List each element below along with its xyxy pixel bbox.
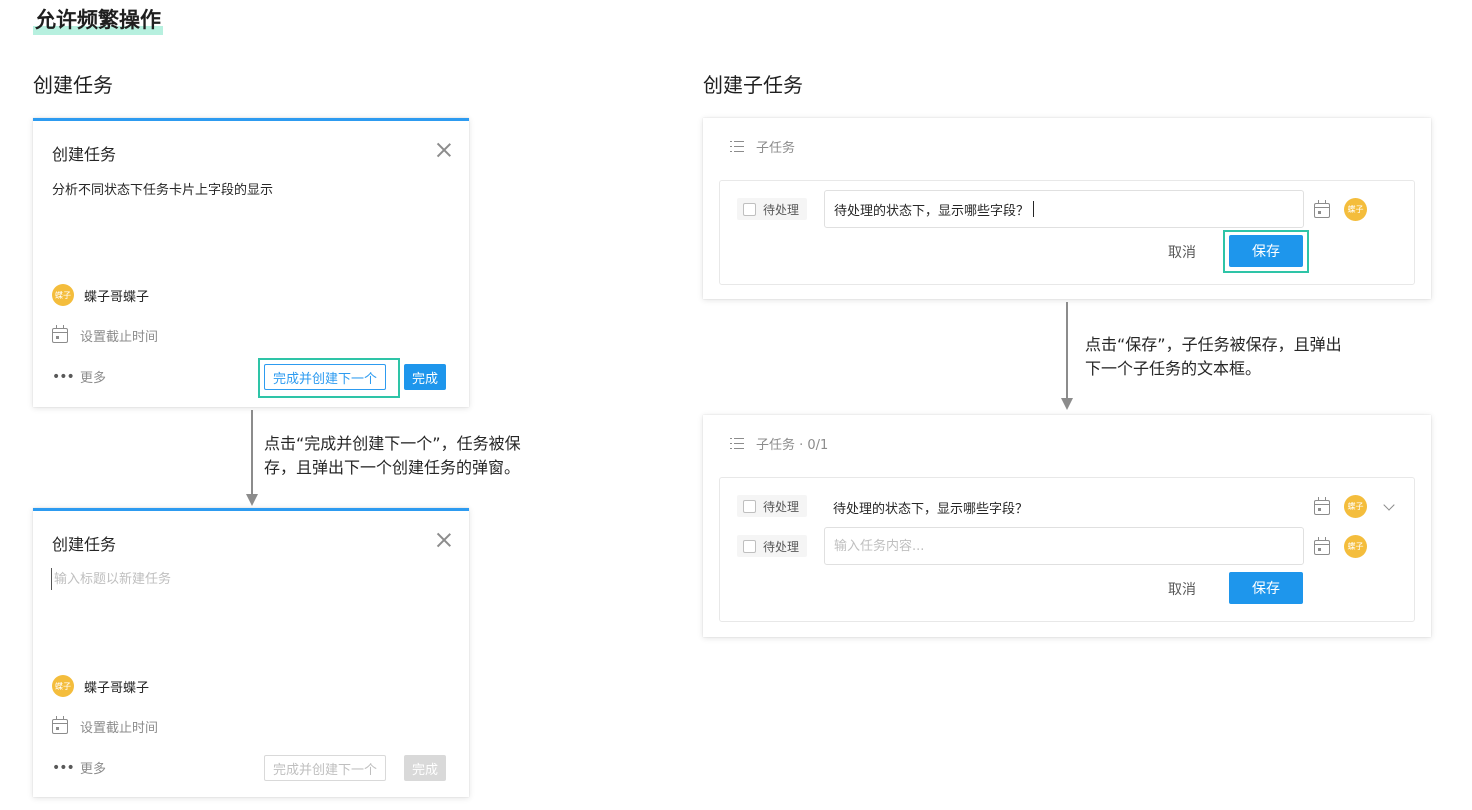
flow-arrow xyxy=(1061,302,1073,410)
assignee-name: 蝶子哥蝶子 xyxy=(84,680,150,696)
subtask-text[interactable]: 待处理的状态下，显示哪些字段？ xyxy=(833,498,1028,517)
due-date-row[interactable]: 设置截止时间 xyxy=(52,716,159,736)
dialog-title: 创建任务 xyxy=(52,145,117,164)
dialog-title: 创建任务 xyxy=(52,535,117,554)
page-title: 允许频繁操作 xyxy=(33,4,163,36)
status-tag[interactable]: 待处理 xyxy=(737,198,808,220)
avatar: 蝶子 xyxy=(52,675,74,697)
list-icon xyxy=(730,437,744,450)
calendar-icon[interactable] xyxy=(1314,497,1330,515)
highlight-frame xyxy=(258,358,400,398)
section-title-create-subtask: 创建子任务 xyxy=(703,73,803,97)
list-icon xyxy=(730,140,744,153)
text-cursor xyxy=(1033,201,1035,217)
annotation-create-next: 点击“完成并创建下一个”，任务被保 存，且弹出下一个创建任务的弹窗。 xyxy=(264,434,521,477)
annotation-save-subtask: 点击“保存”，子任务被保存，且弹出 下一个子任务的文本框。 xyxy=(1085,335,1342,378)
checkbox[interactable] xyxy=(743,202,756,216)
calendar-icon[interactable] xyxy=(1314,200,1330,218)
subtask-header-label: 子任务 · 0/1 xyxy=(756,438,829,453)
subtask-panel-saved: 子任务 · 0/1 待处理 待处理的状态下，显示哪些字段？ 蝶子 待处理 蝶子 … xyxy=(703,415,1431,637)
close-icon[interactable] xyxy=(435,531,453,549)
subtask-panel-editing: 子任务 待处理 待处理的状态下，显示哪些字段？ 蝶子 取消 保存 xyxy=(703,118,1431,299)
create-task-dialog-filled: 创建任务 分析不同状态下任务卡片上字段的显示 蝶子 蝶子哥蝶子 设置截止时间 •… xyxy=(33,118,469,407)
status-tag[interactable]: 待处理 xyxy=(737,495,808,517)
cancel-button[interactable]: 取消 xyxy=(1168,242,1196,262)
avatar[interactable]: 蝶子 xyxy=(1344,198,1367,221)
more-dots-icon: ••• xyxy=(52,368,75,385)
more-row[interactable]: ••• 更多 xyxy=(52,758,107,778)
calendar-icon xyxy=(52,716,68,734)
complete-button[interactable]: 完成 xyxy=(404,755,447,781)
avatar: 蝶子 xyxy=(52,284,74,306)
close-icon[interactable] xyxy=(435,141,453,159)
assignee-row[interactable]: 蝶子 蝶子哥蝶子 xyxy=(52,675,149,697)
calendar-icon[interactable] xyxy=(1314,537,1330,555)
cancel-button[interactable]: 取消 xyxy=(1168,579,1196,599)
more-label: 更多 xyxy=(80,762,107,777)
more-label: 更多 xyxy=(80,371,107,386)
checkbox[interactable] xyxy=(743,539,756,553)
subtask-editor: 待处理 待处理的状态下，显示哪些字段？ 蝶子 取消 保存 xyxy=(719,180,1415,285)
due-date-row[interactable]: 设置截止时间 xyxy=(52,325,159,345)
avatar[interactable]: 蝶子 xyxy=(1344,495,1367,518)
due-date-label: 设置截止时间 xyxy=(80,721,159,736)
assignee-name: 蝶子哥蝶子 xyxy=(84,289,150,305)
more-dots-icon: ••• xyxy=(52,759,75,776)
chevron-down-icon[interactable] xyxy=(1383,499,1395,511)
create-task-dialog-empty: 创建任务 蝶子 蝶子哥蝶子 设置截止时间 ••• 更多 完成并创建下一个 完成 xyxy=(33,508,469,797)
complete-button[interactable]: 完成 xyxy=(404,364,447,390)
highlight-frame xyxy=(1223,230,1309,273)
subtask-header-label: 子任务 xyxy=(756,141,796,156)
due-date-label: 设置截止时间 xyxy=(80,330,159,345)
subtask-header: 子任务 xyxy=(730,137,795,156)
subtask-list: 待处理 待处理的状态下，显示哪些字段？ 蝶子 待处理 蝶子 取消 保存 xyxy=(719,477,1415,622)
status-tag[interactable]: 待处理 xyxy=(737,535,808,557)
calendar-icon xyxy=(52,325,68,343)
avatar[interactable]: 蝶子 xyxy=(1344,535,1367,558)
subtask-header: 子任务 · 0/1 xyxy=(730,434,828,453)
checkbox[interactable] xyxy=(743,499,756,513)
section-title-create-task: 创建任务 xyxy=(33,73,113,97)
task-title-input[interactable] xyxy=(51,568,431,590)
complete-and-create-next-button[interactable]: 完成并创建下一个 xyxy=(264,755,387,781)
task-title-text[interactable]: 分析不同状态下任务卡片上字段的显示 xyxy=(52,179,273,198)
subtask-input[interactable]: 待处理的状态下，显示哪些字段？ xyxy=(824,190,1304,228)
flow-arrow xyxy=(246,410,258,506)
more-row[interactable]: ••• 更多 xyxy=(52,367,107,387)
save-button[interactable]: 保存 xyxy=(1229,572,1303,604)
assignee-row[interactable]: 蝶子 蝶子哥蝶子 xyxy=(52,284,149,306)
new-subtask-input[interactable] xyxy=(824,527,1304,565)
